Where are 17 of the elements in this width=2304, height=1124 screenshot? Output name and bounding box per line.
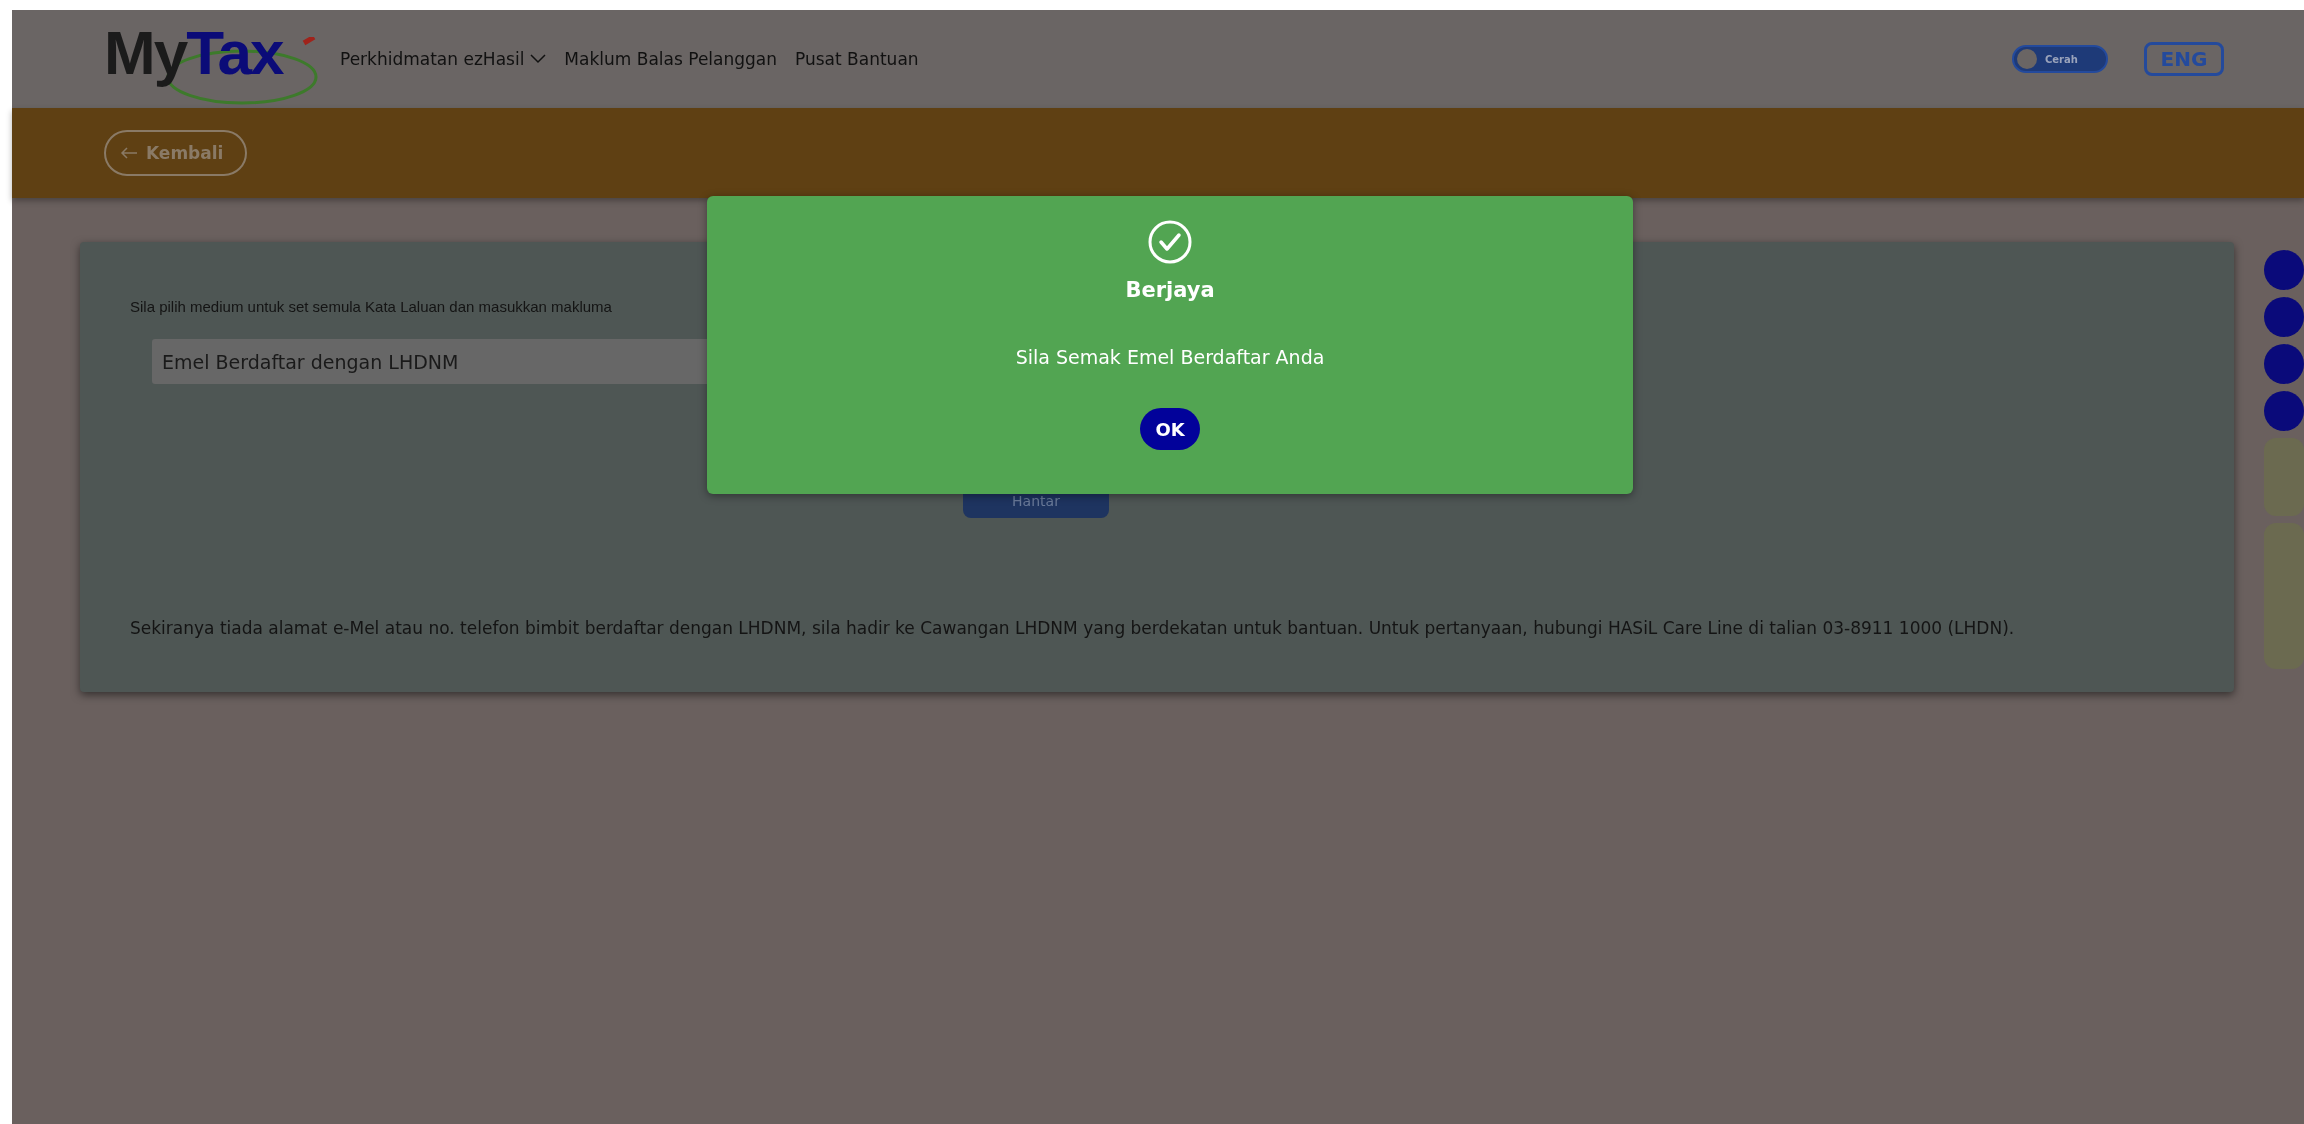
instruction-text: Sila pilih medium untuk set semula Kata Laluan dan masukkan makluma	[130, 298, 613, 315]
dialog-message: Sila Semak Emel Berdaftar Anda	[1015, 346, 1325, 368]
chevron-down-icon	[530, 54, 547, 64]
side-button[interactable]	[2264, 391, 2304, 431]
nav-link[interactable]: Maklum Balas Pelanggan	[564, 49, 778, 69]
note-text: Sekiranya tiada alamat e-Mel atau no. telefon bimbit berdaftar dengan LHDNM, sila hadir ke Cawangan LHDNM yang berdekatan untuk bantuan. Untuk pertanyaan, hubungi HASiL Care Line di talian 03-8911 1000 (LHDN).	[130, 618, 2016, 638]
ok-button[interactable]: OK	[1140, 408, 1200, 450]
side-button[interactable]	[2264, 344, 2304, 384]
nav-link[interactable]: Perkhidmatan ezHasil	[340, 49, 547, 69]
arrow-left-icon	[120, 147, 138, 159]
dialog-title: Berjaya	[1125, 278, 1215, 302]
nav-link[interactable]: Pusat Bantuan	[795, 49, 919, 69]
side-button[interactable]	[2264, 297, 2304, 337]
check-circle-icon	[1148, 220, 1192, 264]
back-button[interactable]: Kembali	[104, 130, 248, 176]
theme-toggle[interactable]: Cerah	[2012, 45, 2108, 73]
side-button[interactable]	[2264, 250, 2304, 290]
